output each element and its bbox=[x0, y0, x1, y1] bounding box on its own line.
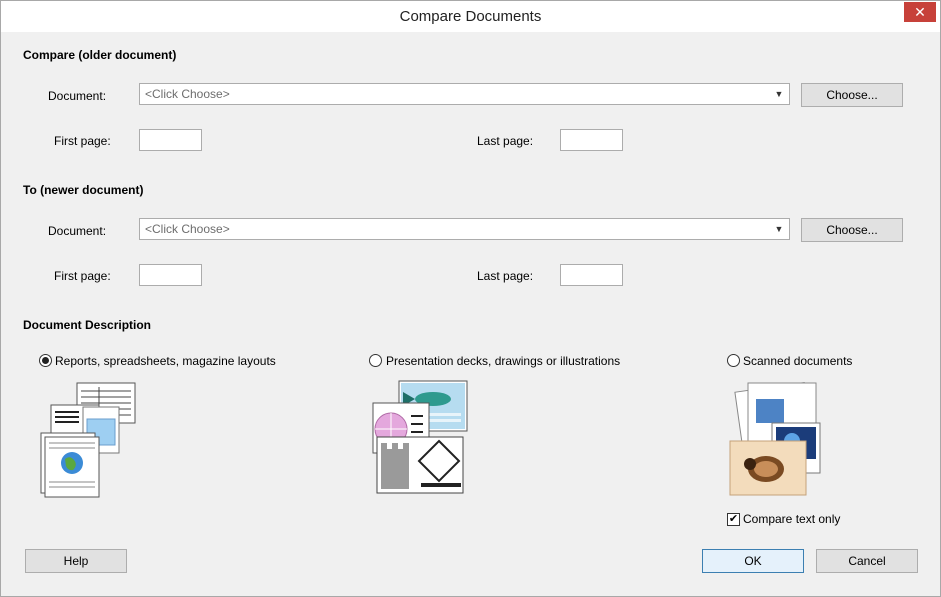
compare-documents-dialog: Compare Documents ✕ Compare (older docum… bbox=[0, 0, 941, 597]
title-bar: Compare Documents ✕ bbox=[1, 1, 940, 32]
help-button[interactable]: Help bbox=[25, 549, 127, 573]
dialog-title: Compare Documents bbox=[399, 8, 542, 25]
older-first-page-label: First page: bbox=[54, 134, 111, 148]
older-choose-button[interactable]: Choose... bbox=[801, 83, 903, 107]
presentation-illustration-icon bbox=[372, 380, 468, 494]
cancel-button[interactable]: Cancel bbox=[816, 549, 918, 573]
compare-text-only-checkbox[interactable]: ✔ bbox=[727, 513, 740, 526]
newer-first-page-input[interactable] bbox=[139, 264, 202, 286]
older-document-value: <Click Choose> bbox=[145, 87, 230, 101]
scanned-radio-label[interactable]: Scanned documents bbox=[743, 354, 852, 368]
description-section-heading: Document Description bbox=[23, 318, 152, 332]
newer-last-page-label: Last page: bbox=[477, 269, 534, 283]
reports-radio-label[interactable]: Reports, spreadsheets, magazine layouts bbox=[55, 354, 276, 368]
chevron-down-icon[interactable]: ▼ bbox=[769, 219, 789, 239]
older-document-label: Document: bbox=[48, 89, 107, 103]
older-first-page-input[interactable] bbox=[139, 129, 202, 151]
newer-last-page-input[interactable] bbox=[560, 264, 623, 286]
scanned-radio[interactable] bbox=[727, 354, 740, 367]
older-document-combo[interactable]: <Click Choose> ▼ bbox=[139, 83, 790, 105]
reports-radio[interactable] bbox=[39, 354, 52, 367]
close-button[interactable]: ✕ bbox=[904, 2, 936, 22]
compare-text-only-label[interactable]: Compare text only bbox=[743, 512, 840, 526]
chevron-down-icon[interactable]: ▼ bbox=[769, 84, 789, 104]
newer-section-heading: To (newer document) bbox=[23, 183, 144, 197]
older-last-page-input[interactable] bbox=[560, 129, 623, 151]
presentation-radio[interactable] bbox=[369, 354, 382, 367]
presentation-radio-label[interactable]: Presentation decks, drawings or illustra… bbox=[386, 354, 620, 368]
newer-document-combo[interactable]: <Click Choose> ▼ bbox=[139, 218, 790, 240]
newer-document-label: Document: bbox=[48, 224, 107, 238]
reports-illustration-icon bbox=[40, 382, 136, 498]
newer-document-value: <Click Choose> bbox=[145, 222, 230, 236]
scanned-documents-illustration-icon bbox=[729, 381, 821, 496]
newer-choose-button[interactable]: Choose... bbox=[801, 218, 903, 242]
close-icon: ✕ bbox=[914, 4, 926, 20]
older-last-page-label: Last page: bbox=[477, 134, 534, 148]
ok-button[interactable]: OK bbox=[702, 549, 804, 573]
checkmark-icon: ✔ bbox=[728, 513, 739, 525]
newer-first-page-label: First page: bbox=[54, 269, 111, 283]
older-section-heading: Compare (older document) bbox=[23, 48, 177, 62]
